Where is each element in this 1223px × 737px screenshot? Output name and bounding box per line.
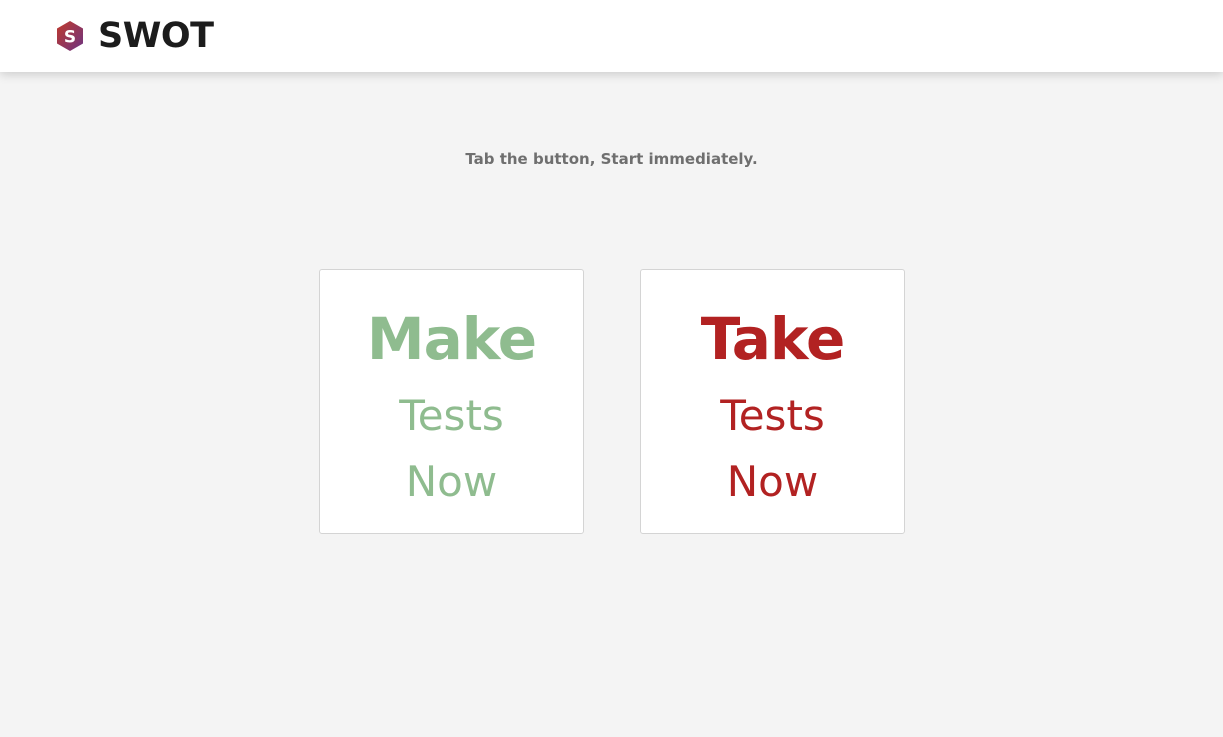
- brand-name[interactable]: SWOT: [98, 14, 214, 58]
- make-card-title: Make: [366, 305, 537, 373]
- brand[interactable]: S SWOT: [56, 14, 214, 58]
- take-card-caption: Now: [726, 457, 819, 506]
- tagline: Tab the button, Start immediately.: [465, 150, 758, 168]
- make-tests-now-button[interactable]: Make Tests Now: [319, 269, 584, 534]
- swot-hexagon-logo-icon[interactable]: S: [56, 20, 84, 52]
- make-card-caption: Now: [405, 457, 498, 506]
- take-tests-now-button[interactable]: Take Tests Now: [640, 269, 905, 534]
- top-navbar: S SWOT: [0, 0, 1223, 72]
- take-card-title: Take: [700, 305, 846, 373]
- make-card-subtitle: Tests: [399, 391, 504, 440]
- svg-text:S: S: [64, 28, 76, 48]
- take-card-subtitle: Tests: [720, 391, 825, 440]
